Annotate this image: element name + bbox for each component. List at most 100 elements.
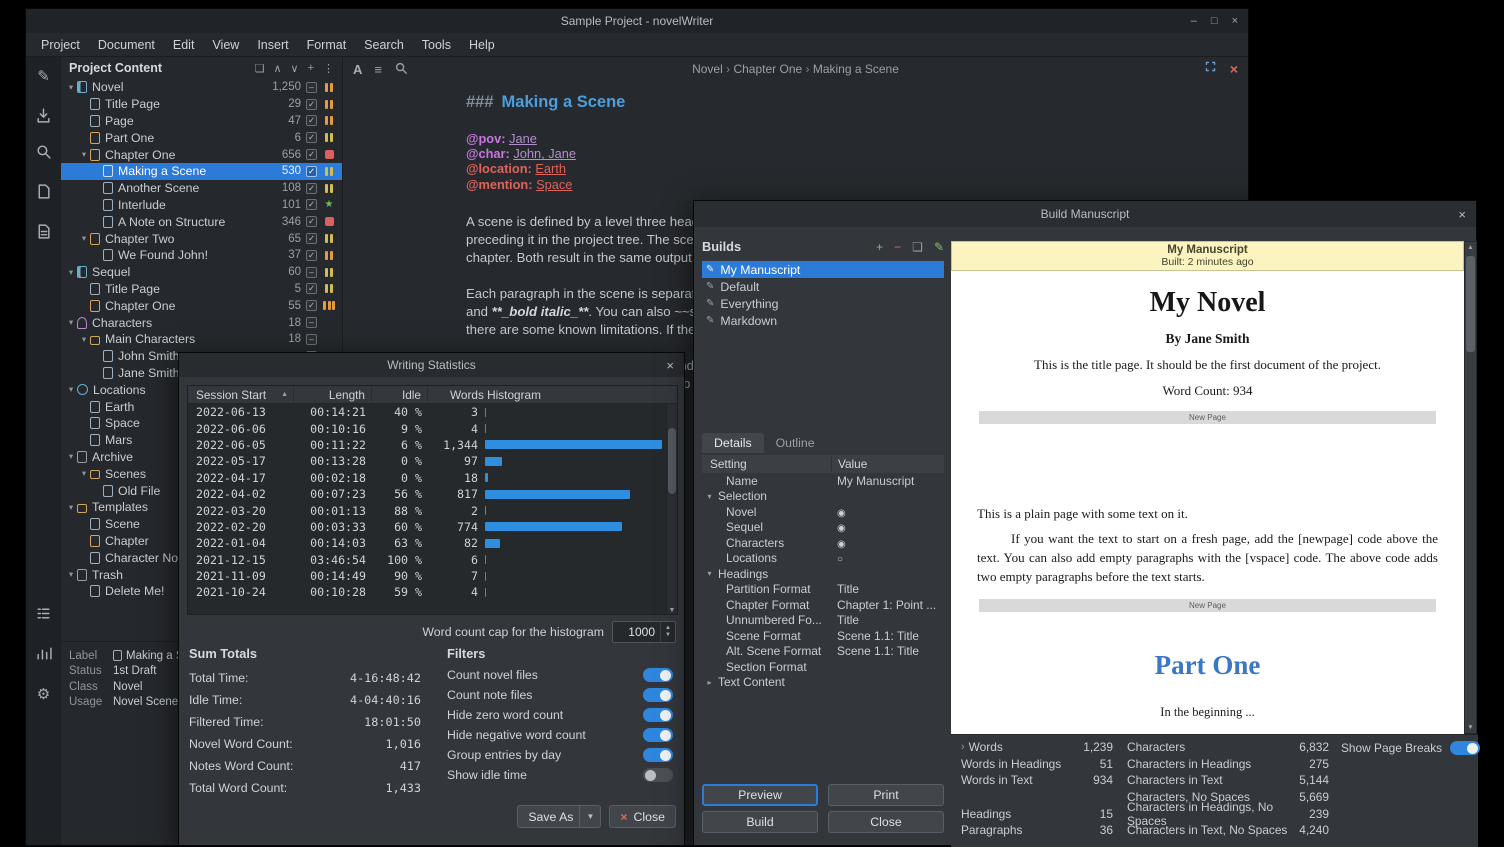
setting-row[interactable]: Scene FormatScene 1.1: Title	[702, 628, 944, 644]
radio-on-icon[interactable]: ◉	[837, 523, 846, 534]
close-icon[interactable]: ×	[1232, 15, 1238, 27]
column-header[interactable]: Words Histogram	[428, 386, 677, 403]
scrollbar-thumb[interactable]	[668, 428, 676, 494]
setting-row[interactable]: Partition FormatTitle	[702, 582, 944, 598]
partial-check-icon[interactable]: –	[306, 267, 317, 278]
close-icon[interactable]: ×	[666, 353, 674, 377]
check-icon[interactable]: ✓	[306, 183, 317, 194]
duplicate-build-icon[interactable]: ❏	[912, 240, 923, 254]
chevron-down-icon[interactable]: ▾	[65, 451, 77, 462]
text-format-icon[interactable]: A	[353, 62, 362, 77]
move-up-icon[interactable]: ∧	[273, 62, 281, 75]
breadcrumb-part[interactable]: Chapter One	[733, 62, 802, 76]
chevron-down-icon[interactable]: ▼	[579, 806, 594, 827]
chevron-right-icon[interactable]: ▸	[704, 678, 715, 687]
setting-row[interactable]: Unnumbered Fo...Title	[702, 613, 944, 629]
tree-item[interactable]: Title Page29✓	[61, 96, 342, 113]
tree-item[interactable]: ▾Chapter Two65✓	[61, 230, 342, 247]
tree-item[interactable]: ▾Main Characters18–	[61, 331, 342, 348]
setting-row[interactable]: Chapter FormatChapter 1: Point ...	[702, 597, 944, 613]
tree-item[interactable]: ▾Sequel60–	[61, 264, 342, 281]
tree-item[interactable]: ▾Novel1,250–	[61, 79, 342, 96]
menu-edit[interactable]: Edit	[164, 38, 204, 52]
check-icon[interactable]: ✓	[306, 283, 317, 294]
build-list-item[interactable]: ✎Everything	[702, 295, 944, 312]
menu-search[interactable]: Search	[355, 38, 413, 52]
radio-on-icon[interactable]: ◉	[837, 508, 846, 519]
radio-off-icon[interactable]: ○	[837, 554, 843, 565]
session-row[interactable]: 2022-04-1700:02:180 %18	[188, 470, 666, 486]
filter-toggle[interactable]	[643, 668, 673, 682]
tree-item[interactable]: Making a Scene530✓	[61, 163, 342, 180]
filter-toggle[interactable]	[643, 688, 673, 702]
tab-details[interactable]: Details	[702, 433, 764, 453]
tree-item[interactable]: Title Page5✓	[61, 281, 342, 298]
menu-tools[interactable]: Tools	[413, 38, 460, 52]
menu-insert[interactable]: Insert	[248, 38, 297, 52]
setting-row[interactable]: Sequel◉	[702, 520, 944, 536]
kebab-menu-icon[interactable]: ⋮	[323, 62, 334, 75]
search-icon[interactable]	[33, 141, 54, 162]
outline-icon[interactable]: ≡	[374, 62, 382, 77]
tag-value[interactable]: John, Jane	[513, 146, 576, 161]
check-icon[interactable]: ✓	[306, 115, 317, 126]
tree-item[interactable]: Part One6✓	[61, 129, 342, 146]
build-titlebar[interactable]: Build Manuscript ×	[694, 201, 1476, 227]
chevron-down-icon[interactable]: ▾	[65, 569, 77, 580]
check-icon[interactable]: ✓	[306, 233, 317, 244]
check-icon[interactable]: ✓	[306, 300, 317, 311]
chevron-down-icon[interactable]: ▾	[65, 502, 77, 513]
build-button[interactable]: Build	[702, 811, 818, 833]
check-icon[interactable]: ✓	[306, 99, 317, 110]
session-row[interactable]: 2022-02-2000:03:3360 %774	[188, 519, 666, 535]
show-page-breaks-toggle[interactable]	[1450, 741, 1480, 755]
table-scrollbar[interactable]: ▼	[666, 404, 677, 614]
setting-row[interactable]: Alt. Scene FormatScene 1.1: Title	[702, 644, 944, 660]
column-header[interactable]: Idle	[372, 386, 428, 403]
save-as-button[interactable]: Save As▼	[517, 805, 601, 828]
preview-button[interactable]: Preview	[702, 784, 818, 806]
tree-item[interactable]: ▾Characters18–	[61, 314, 342, 331]
move-down-icon[interactable]: ∨	[291, 62, 299, 75]
menu-help[interactable]: Help	[460, 38, 504, 52]
tree-item[interactable]: Interlude101✓★	[61, 197, 342, 214]
document-icon[interactable]	[33, 181, 54, 202]
menu-format[interactable]: Format	[298, 38, 356, 52]
radio-on-icon[interactable]: ◉	[837, 539, 846, 550]
session-row[interactable]: 2021-12-1503:46:54100 %6	[188, 552, 666, 568]
stats-titlebar[interactable]: Writing Statistics ×	[179, 353, 684, 377]
session-row[interactable]: 2021-11-0900:14:4990 %7	[188, 568, 666, 584]
add-build-icon[interactable]: +	[876, 240, 883, 254]
minimize-icon[interactable]: –	[1191, 15, 1197, 27]
maximize-document-icon[interactable]	[1204, 60, 1217, 78]
chevron-down-icon[interactable]: ▾	[704, 492, 715, 501]
tree-item[interactable]: Chapter One55✓	[61, 297, 342, 314]
close-icon[interactable]: ×	[1458, 201, 1466, 227]
session-row[interactable]: 2022-06-0600:10:169 %4	[188, 420, 666, 436]
chevron-right-icon[interactable]: ›	[961, 741, 965, 753]
chevron-down-icon[interactable]: ▾	[78, 468, 90, 479]
session-row[interactable]: 2022-01-0400:14:0363 %82	[188, 535, 666, 551]
close-button[interactable]: Close	[828, 811, 944, 833]
maximize-icon[interactable]: □	[1211, 15, 1218, 27]
partial-check-icon[interactable]: –	[306, 82, 317, 93]
edit-build-icon[interactable]: ✎	[934, 240, 944, 254]
duplicate-icon[interactable]: ❏	[255, 62, 265, 75]
search-icon[interactable]	[394, 61, 408, 78]
setting-row[interactable]: Locations○	[702, 551, 944, 567]
chevron-down-icon[interactable]: ▾	[65, 384, 77, 395]
scroll-down-icon[interactable]: ▼	[667, 607, 677, 614]
remove-build-icon[interactable]: −	[894, 240, 901, 254]
tree-item[interactable]: Page47✓	[61, 113, 342, 130]
check-icon[interactable]: ✓	[306, 132, 317, 143]
check-icon[interactable]: ✓	[306, 250, 317, 261]
filter-toggle[interactable]	[643, 768, 673, 782]
check-icon[interactable]: ✓	[306, 199, 317, 210]
partial-check-icon[interactable]: –	[306, 317, 317, 328]
word-cap-spinner[interactable]: 1000 ▲▼	[612, 621, 676, 643]
chevron-down-icon[interactable]: ▾	[65, 82, 77, 93]
sort-asc-icon[interactable]: ▲	[281, 391, 288, 398]
tree-item[interactable]: ▾Chapter One656✓	[61, 146, 342, 163]
check-icon[interactable]: ✓	[306, 216, 317, 227]
print-button[interactable]: Print	[828, 784, 944, 806]
